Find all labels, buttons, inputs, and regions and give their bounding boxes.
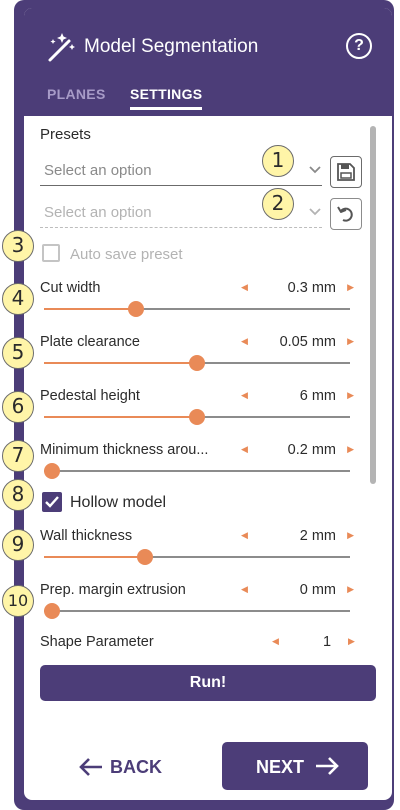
minimum-thickness-slider[interactable]: Minimum thickness arou... ◀ 0.2 mm ▶ (40, 442, 354, 490)
slider-thumb[interactable] (44, 463, 60, 479)
shape-parameter-stepper[interactable]: Shape Parameter ◀ 1 ▶ (40, 634, 355, 658)
annotation-badge: 5 (2, 337, 34, 369)
chevron-down-icon (309, 208, 321, 216)
annotation-badge: 2 (262, 188, 294, 220)
slider-track[interactable] (44, 355, 350, 371)
slider-thumb[interactable] (44, 603, 60, 619)
presets-label: Presets (40, 126, 91, 143)
decrease-arrow-icon[interactable]: ◀ (241, 444, 248, 455)
shape-parameter-value: 1 (323, 634, 332, 650)
slider-thumb[interactable] (136, 549, 153, 565)
slider-thumb[interactable] (127, 301, 144, 317)
annotation-badge: 8 (2, 479, 34, 511)
slider-value: 6 mm (299, 388, 336, 404)
cut-width-slider[interactable]: Cut width ◀ 0.3 mm ▶ (40, 280, 354, 328)
annotation-badge: 3 (2, 230, 34, 262)
settings-content: Presets Select an option Select an optio… (24, 116, 392, 656)
annotation-badge: 4 (2, 283, 34, 315)
increase-arrow-icon[interactable]: ▶ (347, 444, 354, 455)
hollow-model-checkbox[interactable] (42, 492, 62, 512)
back-label: BACK (110, 757, 162, 777)
slider-track[interactable] (44, 463, 350, 479)
slider-label: Plate clearance (40, 334, 140, 350)
slider-thumb[interactable] (189, 355, 205, 371)
wall-thickness-slider[interactable]: Wall thickness ◀ 2 mm ▶ (40, 528, 354, 576)
save-preset-button[interactable] (330, 156, 362, 188)
decrease-arrow-icon[interactable]: ◀ (241, 584, 248, 595)
chevron-down-icon (309, 166, 321, 174)
increase-arrow-icon[interactable]: ▶ (347, 390, 354, 401)
pedestal-height-slider[interactable]: Pedestal height ◀ 6 mm ▶ (40, 388, 354, 436)
next-label: NEXT (256, 757, 305, 777)
decrease-arrow-icon[interactable]: ◀ (241, 336, 248, 347)
next-button[interactable]: NEXT (222, 742, 368, 790)
prep-margin-extrusion-slider[interactable]: Prep. margin extrusion ◀ 0 mm ▶ (40, 582, 354, 630)
slider-track[interactable] (44, 409, 350, 425)
shape-parameter-label: Shape Parameter (40, 634, 154, 650)
save-icon (337, 163, 355, 181)
slider-thumb[interactable] (189, 409, 205, 425)
model-segmentation-panel: Model Segmentation ? PLANES SETTINGS Pre… (22, 6, 394, 802)
preset-select-secondary-placeholder: Select an option (44, 204, 152, 221)
panel-title: Model Segmentation (84, 36, 259, 57)
arrow-left-icon (79, 758, 102, 776)
plate-clearance-slider[interactable]: Plate clearance ◀ 0.05 mm ▶ (40, 334, 354, 382)
slider-track[interactable] (44, 549, 350, 565)
annotation-badge: 7 (2, 440, 34, 472)
slider-value: 2 mm (299, 528, 336, 544)
decrease-arrow-icon[interactable]: ◀ (272, 636, 279, 647)
increase-arrow-icon[interactable]: ▶ (348, 636, 355, 647)
auto-save-checkbox[interactable] (42, 244, 60, 262)
tab-planes[interactable]: PLANES (47, 86, 106, 102)
slider-label: Prep. margin extrusion (40, 582, 186, 598)
back-button[interactable]: BACK (78, 748, 178, 786)
increase-arrow-icon[interactable]: ▶ (347, 336, 354, 347)
scrollbar[interactable] (370, 126, 376, 484)
auto-save-label: Auto save preset (70, 246, 183, 263)
run-button[interactable]: Run! (40, 665, 376, 701)
hollow-model-label: Hollow model (70, 494, 167, 511)
arrow-right-icon (316, 757, 339, 775)
increase-arrow-icon[interactable]: ▶ (347, 584, 354, 595)
panel-header: Model Segmentation ? PLANES SETTINGS (24, 8, 392, 116)
slider-value: 0.05 mm (279, 334, 336, 350)
preset-select-placeholder: Select an option (44, 162, 152, 179)
decrease-arrow-icon[interactable]: ◀ (241, 282, 248, 293)
slider-label: Pedestal height (40, 388, 140, 404)
annotation-badge: 10 (2, 585, 34, 617)
undo-icon (337, 206, 353, 222)
decrease-arrow-icon[interactable]: ◀ (241, 390, 248, 401)
slider-track[interactable] (44, 603, 350, 619)
decrease-arrow-icon[interactable]: ◀ (241, 530, 248, 541)
checkmark-icon (45, 496, 59, 508)
increase-arrow-icon[interactable]: ▶ (347, 282, 354, 293)
slider-track[interactable] (44, 301, 350, 317)
slider-value: 0.2 mm (287, 442, 336, 458)
magic-wand-icon (48, 33, 75, 62)
annotation-badge: 9 (2, 529, 34, 561)
annotation-badge: 6 (2, 391, 34, 423)
slider-label: Minimum thickness arou... (40, 442, 209, 458)
slider-value: 0 mm (299, 582, 336, 598)
slider-label: Wall thickness (40, 528, 133, 544)
annotation-badge: 1 (262, 145, 294, 177)
help-icon[interactable]: ? (346, 33, 372, 59)
slider-value: 0.3 mm (287, 280, 336, 296)
tab-settings[interactable]: SETTINGS (130, 86, 203, 110)
slider-label: Cut width (40, 280, 101, 296)
undo-preset-button[interactable] (330, 198, 362, 230)
increase-arrow-icon[interactable]: ▶ (347, 530, 354, 541)
